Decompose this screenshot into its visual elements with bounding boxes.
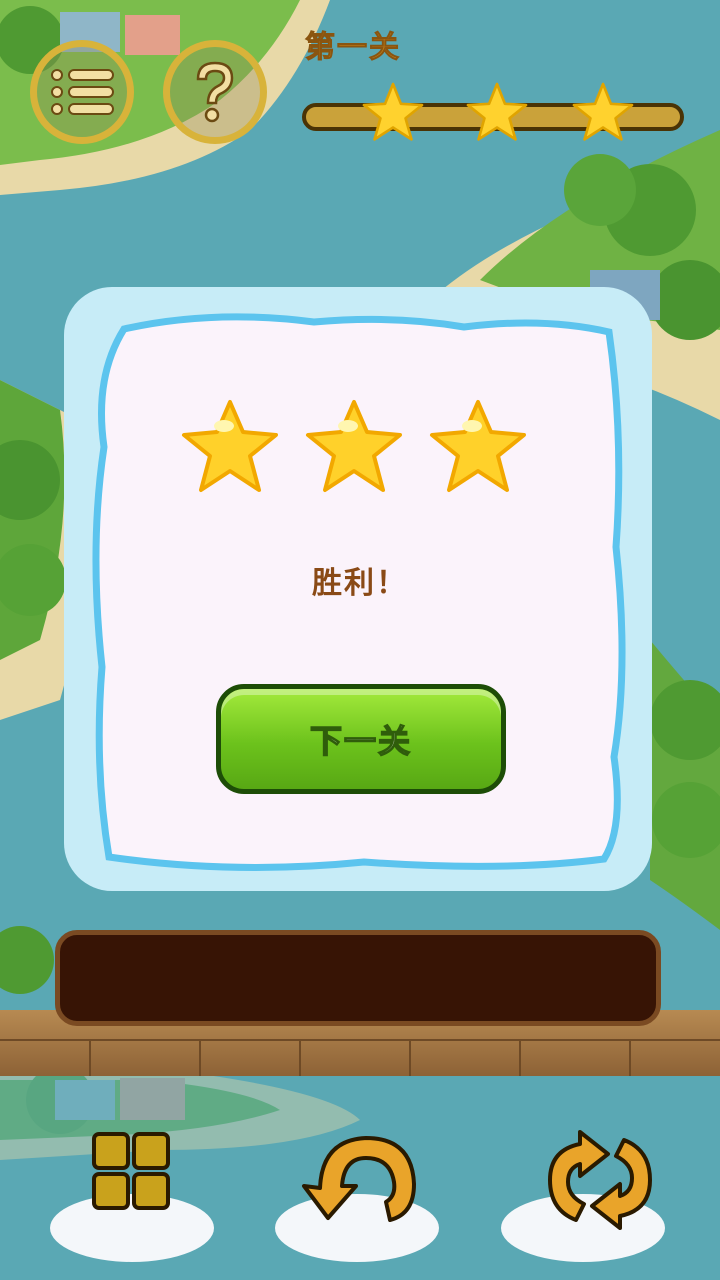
level-title: 第一关 bbox=[305, 30, 401, 66]
help-button[interactable] bbox=[163, 40, 267, 144]
progress-star-2-icon bbox=[466, 82, 528, 141]
dialog-star-3-icon bbox=[430, 400, 526, 492]
victory-message: 胜利！ bbox=[312, 566, 408, 601]
menu-button[interactable] bbox=[30, 40, 134, 144]
next-level-button[interactable]: 下一关 bbox=[216, 684, 506, 794]
tile-tray bbox=[55, 930, 661, 1026]
dialog-star-1-icon bbox=[182, 400, 278, 492]
list-icon bbox=[51, 69, 114, 115]
dialog-star-2-icon bbox=[306, 400, 402, 492]
question-icon bbox=[196, 61, 234, 123]
grid-icon[interactable] bbox=[92, 1132, 172, 1212]
shuffle-icon[interactable] bbox=[540, 1130, 660, 1230]
progress-star-3-icon bbox=[572, 82, 634, 141]
next-level-label: 下一关 bbox=[309, 721, 412, 761]
progress-star-1-icon bbox=[362, 82, 424, 141]
undo-icon[interactable] bbox=[300, 1128, 420, 1228]
